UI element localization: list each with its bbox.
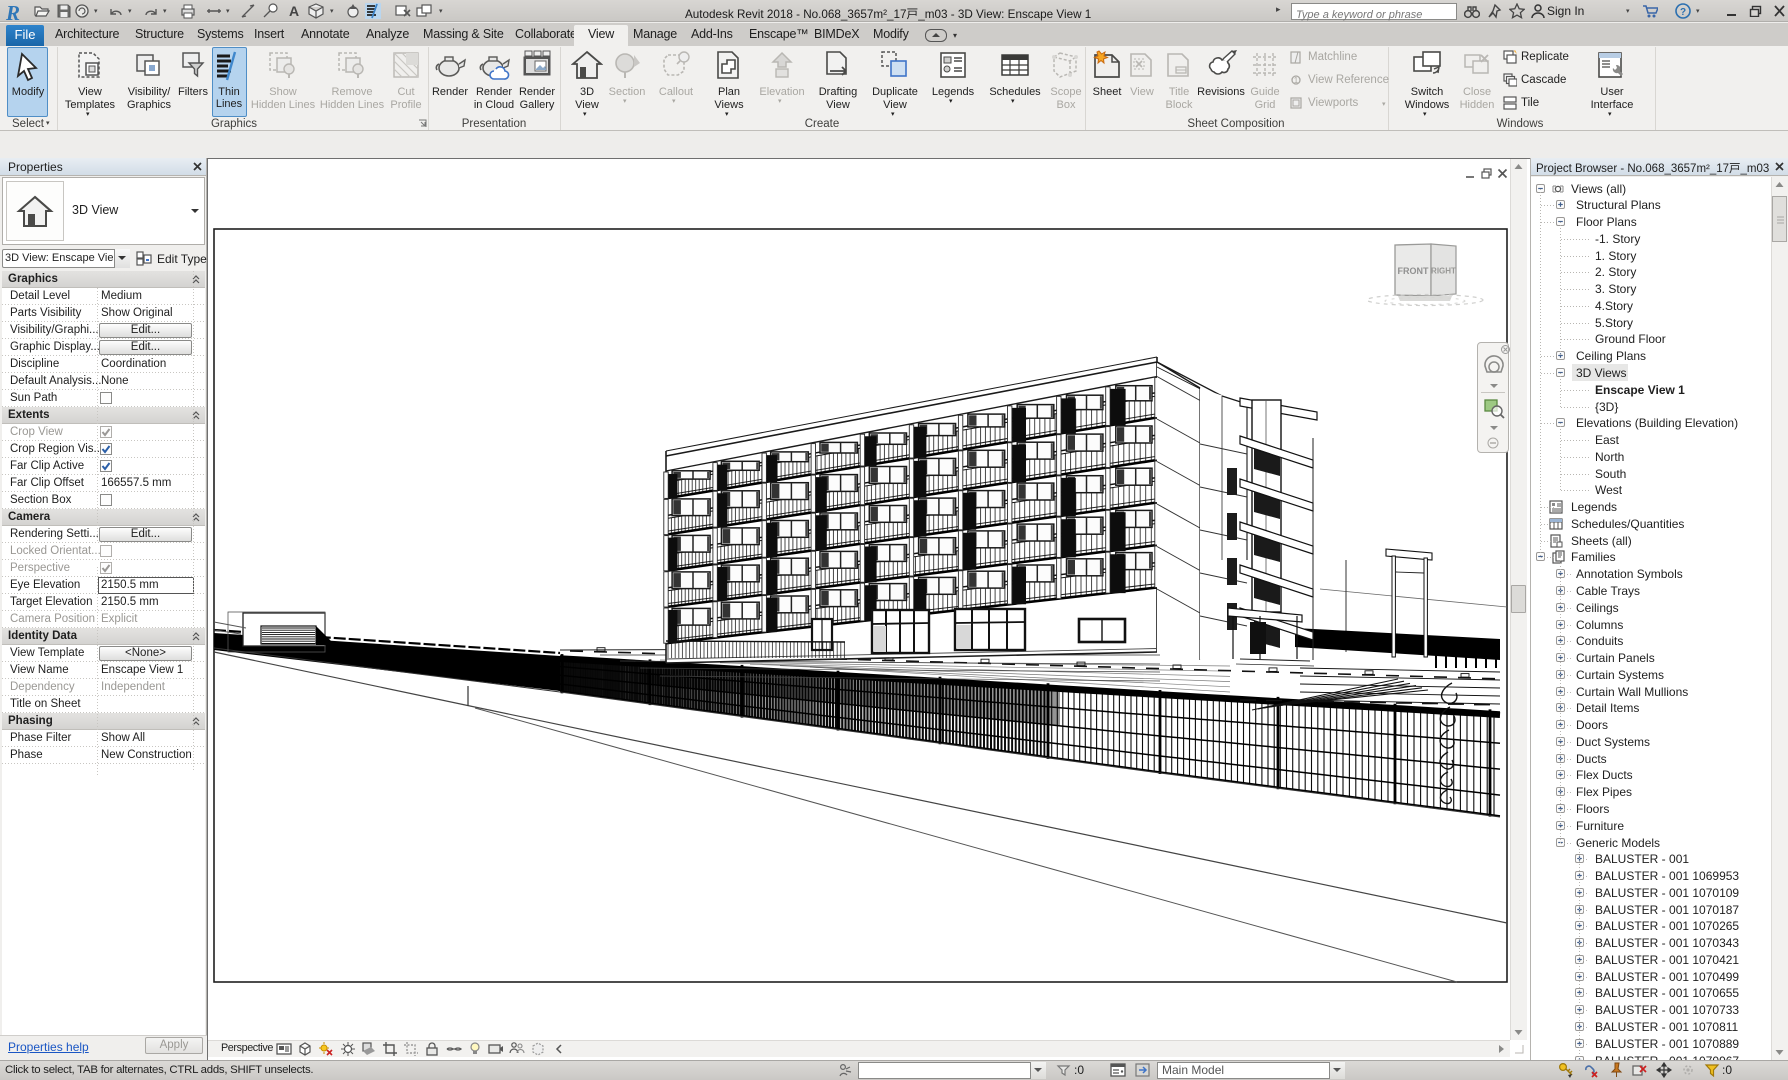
svg-text:RIGHT: RIGHT: [1431, 267, 1456, 276]
svg-text:FRONT: FRONT: [1398, 266, 1429, 276]
svg-text:1: 1: [1294, 76, 1299, 85]
svg-text:?: ?: [1680, 7, 1686, 18]
svg-text:A: A: [289, 3, 299, 19]
